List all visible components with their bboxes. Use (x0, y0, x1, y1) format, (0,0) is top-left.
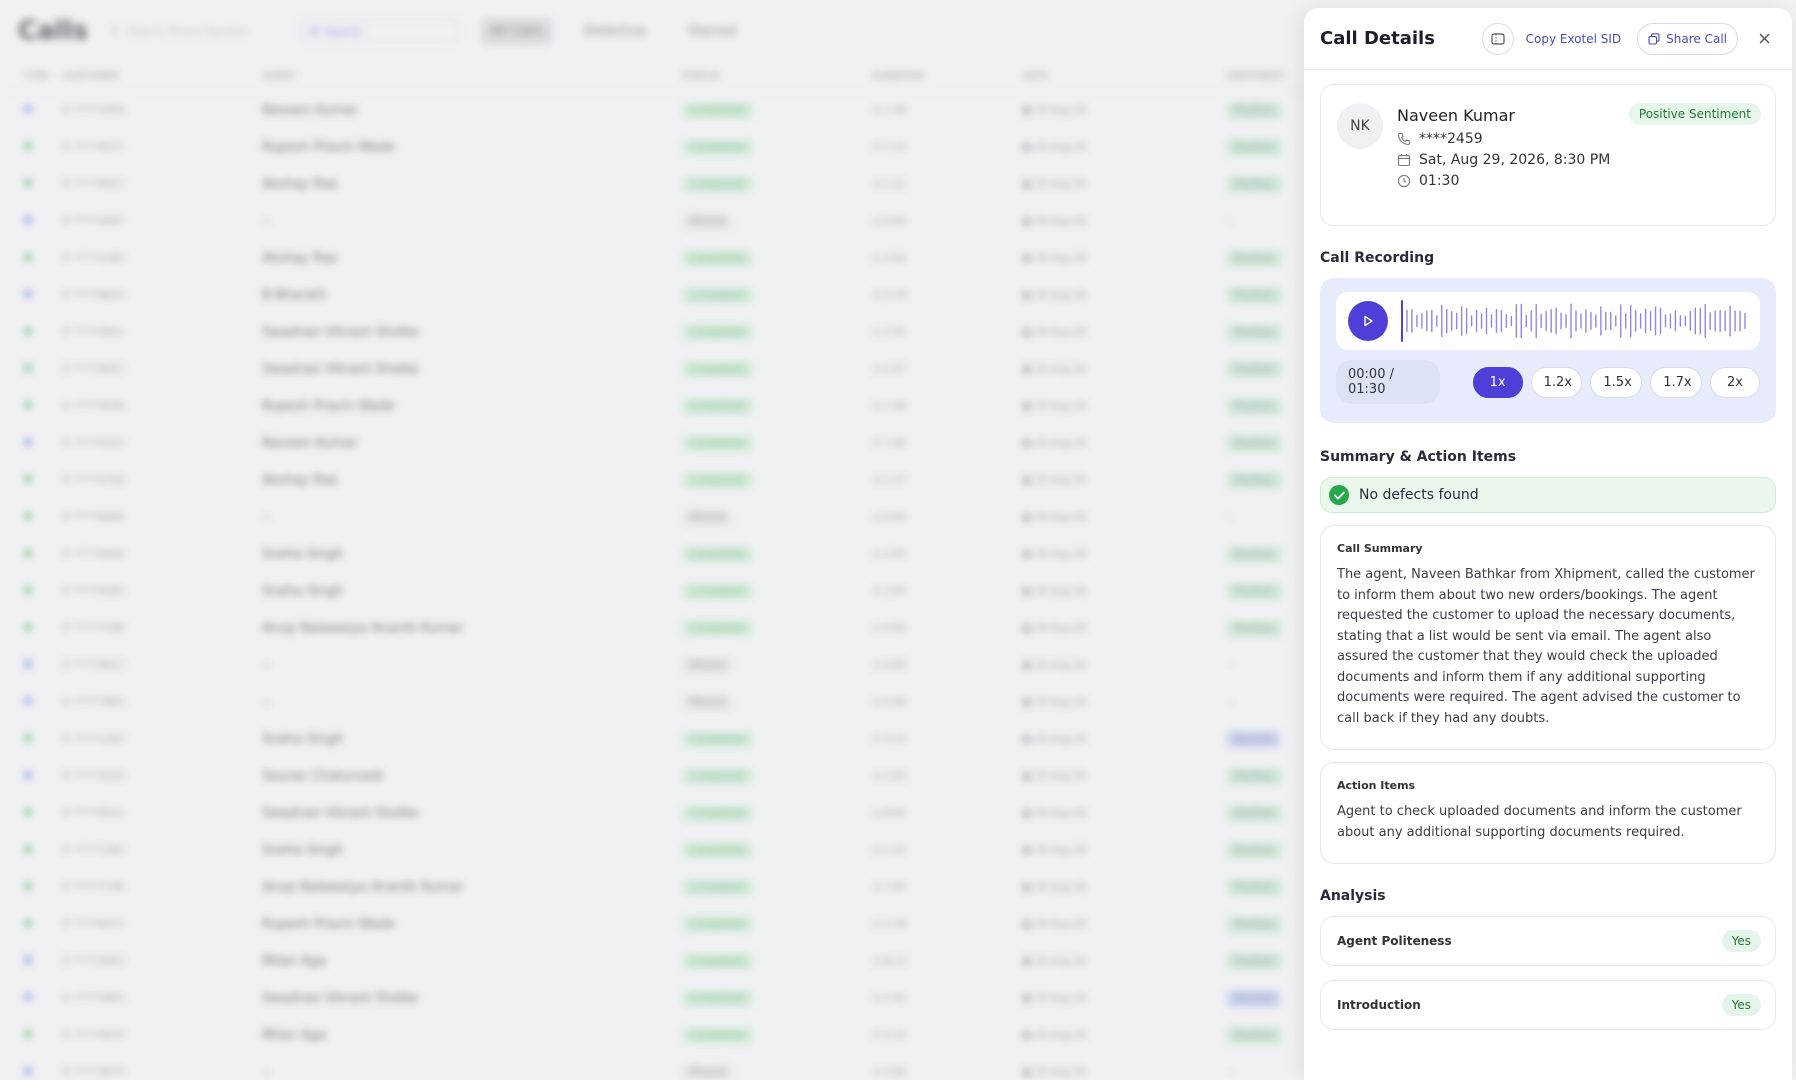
contact-duration: 01:30 (1419, 173, 1460, 189)
analysis-value-badge: Yes (1721, 930, 1761, 952)
analysis-row-agent-politeness: Agent Politeness Yes (1320, 916, 1776, 966)
contact-datetime: Sat, Aug 29, 2026, 8:30 PM (1419, 152, 1611, 168)
avatar: NK (1337, 103, 1383, 149)
calendar-icon (1397, 154, 1411, 167)
speed-2x-button[interactable]: 2x (1710, 366, 1760, 398)
check-circle-icon (1329, 485, 1349, 505)
speed-1-7x-button[interactable]: 1.7x (1650, 366, 1702, 398)
analysis-row-introduction: Introduction Yes (1320, 980, 1776, 1030)
play-button[interactable] (1348, 301, 1388, 341)
play-icon (1364, 315, 1373, 327)
call-summary-text: The agent, Naveen Bathkar from Xhipment,… (1337, 567, 1755, 726)
player-controls: 00:00 / 01:30 1x 1.2x 1.5x 1.7x 2x (1336, 360, 1760, 404)
defects-text: No defects found (1359, 487, 1479, 503)
call-details-panel: Call Details Copy Exotel SID Share Call … (1304, 8, 1792, 1080)
audio-player (1336, 292, 1760, 350)
call-summary-card: Call Summary The agent, Naveen Bathkar f… (1320, 525, 1776, 750)
speed-1-5x-button[interactable]: 1.5x (1590, 366, 1643, 398)
sentiment-badge: Positive Sentiment (1628, 103, 1761, 125)
phone-icon (1397, 132, 1411, 146)
summary-section-title: Summary & Action Items (1320, 449, 1517, 465)
analysis-label: Introduction (1337, 998, 1421, 1012)
panel-body: NK Naveen Kumar ****2459 Sat, Aug 29, 20… (1304, 70, 1792, 1030)
copy-icon (1648, 32, 1660, 45)
call-recording-title: Call Recording (1320, 250, 1435, 266)
action-items-card: Action Items Agent to check uploaded doc… (1320, 762, 1776, 864)
panel-title: Call Details (1320, 28, 1435, 49)
contact-card: NK Naveen Kumar ****2459 Sat, Aug 29, 20… (1320, 84, 1776, 226)
playback-time: 00:00 / 01:30 (1336, 360, 1440, 404)
contact-phone-line: ****2459 (1397, 131, 1759, 147)
action-items-text: Agent to check uploaded documents and in… (1337, 804, 1742, 840)
call-summary-label: Call Summary (1337, 542, 1423, 555)
ticket-icon (1491, 32, 1505, 45)
contact-phone: ****2459 (1419, 131, 1483, 147)
close-icon (1759, 33, 1769, 44)
clock-icon (1397, 174, 1411, 188)
contact-date-line: Sat, Aug 29, 2026, 8:30 PM (1397, 152, 1759, 168)
analysis-value-badge: Yes (1721, 994, 1761, 1016)
share-call-button[interactable]: Share Call (1637, 22, 1738, 55)
ticket-button[interactable] (1481, 22, 1514, 55)
copy-exotel-sid-button[interactable]: Copy Exotel SID (1526, 32, 1622, 46)
speed-1x-button[interactable]: 1x (1472, 366, 1523, 398)
analysis-title: Analysis (1320, 888, 1386, 904)
speed-1-2x-button[interactable]: 1.2x (1530, 366, 1583, 398)
panel-header: Call Details Copy Exotel SID Share Call (1304, 8, 1792, 70)
action-items-label: Action Items (1337, 779, 1416, 792)
contact-duration-line: 01:30 (1397, 173, 1759, 189)
waveform-scrubber[interactable] (1400, 297, 1748, 345)
call-recording-box: 00:00 / 01:30 1x 1.2x 1.5x 1.7x 2x (1320, 278, 1776, 423)
share-call-label: Share Call (1666, 31, 1727, 46)
analysis-label: Agent Politeness (1337, 934, 1452, 948)
close-button[interactable] (1752, 27, 1776, 51)
defects-status: No defects found (1320, 477, 1776, 513)
